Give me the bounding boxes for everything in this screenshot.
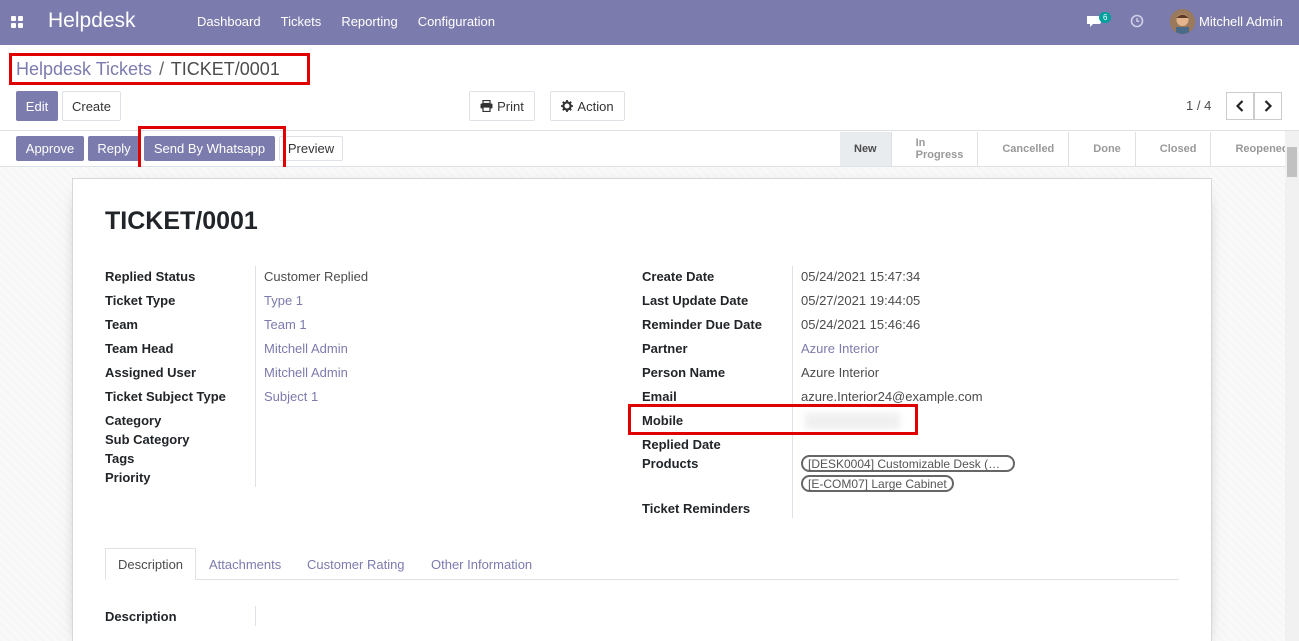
tab-other-information[interactable]: Other Information <box>431 548 532 580</box>
main-menu: Dashboard Tickets Reporting Configuratio… <box>187 14 505 29</box>
highlight-whatsapp-button <box>138 126 286 171</box>
product-tag[interactable]: [E-COM07] Large Cabinet <box>801 475 954 492</box>
chevron-right-icon <box>1264 100 1272 112</box>
menu-configuration[interactable]: Configuration <box>408 14 505 29</box>
label-person-name: Person Name <box>642 365 726 380</box>
label-ticket-reminders: Ticket Reminders <box>642 501 751 516</box>
stage-in-progress[interactable]: In Progress <box>890 132 978 166</box>
stage-closed[interactable]: Closed <box>1134 132 1211 166</box>
action-button[interactable]: Action <box>550 91 625 121</box>
user-avatar[interactable] <box>1170 9 1195 34</box>
apps-grid-icon[interactable] <box>11 16 23 28</box>
stage-cancelled[interactable]: Cancelled <box>977 132 1069 166</box>
left-column-divider <box>255 266 256 487</box>
value-person-name: Azure Interior <box>801 365 880 380</box>
reply-button[interactable]: Reply <box>88 136 140 161</box>
label-assigned-user: Assigned User <box>105 365 197 380</box>
user-name[interactable]: Mitchell Admin <box>1199 14 1283 29</box>
description-divider <box>255 606 256 626</box>
notebook-tabs: Description Attachments Customer Rating … <box>105 548 1179 580</box>
chat-count-badge: 6 <box>1099 12 1112 23</box>
label-team-head: Team Head <box>105 341 174 356</box>
value-ticket-subject-type[interactable]: Subject 1 <box>264 389 318 404</box>
tab-description[interactable]: Description <box>105 548 197 580</box>
label-create-date: Create Date <box>642 269 715 284</box>
approve-button[interactable]: Approve <box>16 136 84 161</box>
menu-tickets[interactable]: Tickets <box>271 14 332 29</box>
scrollbar-track[interactable] <box>1285 131 1299 641</box>
label-category: Category <box>105 413 162 428</box>
product-tag[interactable]: [DESK0004] Customizable Desk (… <box>801 455 1015 472</box>
value-team-head[interactable]: Mitchell Admin <box>264 341 348 356</box>
clock-icon[interactable] <box>1130 14 1144 28</box>
label-team: Team <box>105 317 138 332</box>
value-reminder-due-date: 05/24/2021 15:46:46 <box>801 317 921 332</box>
print-button[interactable]: Print <box>469 91 535 121</box>
pager-value[interactable]: 1 / 4 <box>1186 98 1211 113</box>
stage-bar: New In Progress Cancelled Done Closed Re… <box>840 132 1299 166</box>
stage-done[interactable]: Done <box>1068 132 1135 166</box>
pager-next-button[interactable] <box>1254 92 1282 120</box>
value-ticket-type[interactable]: Type 1 <box>264 293 303 308</box>
value-replied-status: Customer Replied <box>264 269 369 284</box>
label-products: Products <box>642 456 699 471</box>
value-partner[interactable]: Azure Interior <box>801 341 879 356</box>
label-replied-status: Replied Status <box>105 269 196 284</box>
label-last-update-date: Last Update Date <box>642 293 749 308</box>
pager-previous-button[interactable] <box>1226 92 1254 120</box>
label-email: Email <box>642 389 677 404</box>
value-create-date: 05/24/2021 15:47:34 <box>801 269 921 284</box>
print-icon <box>480 100 493 112</box>
preview-button[interactable]: Preview <box>279 136 343 161</box>
right-column-divider <box>792 266 793 518</box>
label-reminder-due-date: Reminder Due Date <box>642 317 762 332</box>
tab-customer-rating[interactable]: Customer Rating <box>307 548 405 580</box>
highlight-mobile-field <box>628 404 918 435</box>
label-replied-date: Replied Date <box>642 437 721 452</box>
tab-attachments[interactable]: Attachments <box>209 548 281 580</box>
value-last-update-date: 05/27/2021 19:44:05 <box>801 293 921 308</box>
ticket-title: TICKET/0001 <box>105 207 258 235</box>
stage-new[interactable]: New <box>840 132 891 166</box>
app-brand[interactable]: Helpdesk <box>48 9 136 33</box>
label-description: Description <box>105 609 177 624</box>
top-navbar: Helpdesk Dashboard Tickets Reporting Con… <box>0 0 1299 45</box>
label-tags: Tags <box>105 451 135 466</box>
label-ticket-type: Ticket Type <box>105 293 176 308</box>
value-assigned-user[interactable]: Mitchell Admin <box>264 365 348 380</box>
create-button[interactable]: Create <box>62 91 121 121</box>
chevron-left-icon <box>1236 100 1244 112</box>
label-sub-category: Sub Category <box>105 432 190 447</box>
menu-dashboard[interactable]: Dashboard <box>187 14 271 29</box>
highlight-breadcrumb <box>9 53 310 85</box>
value-team[interactable]: Team 1 <box>264 317 307 332</box>
edit-button[interactable]: Edit <box>16 91 58 121</box>
action-label: Action <box>577 98 614 114</box>
value-email: azure.Interior24@example.com <box>801 389 983 404</box>
menu-reporting[interactable]: Reporting <box>331 14 407 29</box>
label-partner: Partner <box>642 341 688 356</box>
label-ticket-subject-type: Ticket Subject Type <box>105 389 226 404</box>
gear-icon <box>561 100 574 112</box>
label-priority: Priority <box>105 470 151 485</box>
scrollbar-thumb[interactable] <box>1287 147 1297 177</box>
print-label: Print <box>497 98 524 114</box>
